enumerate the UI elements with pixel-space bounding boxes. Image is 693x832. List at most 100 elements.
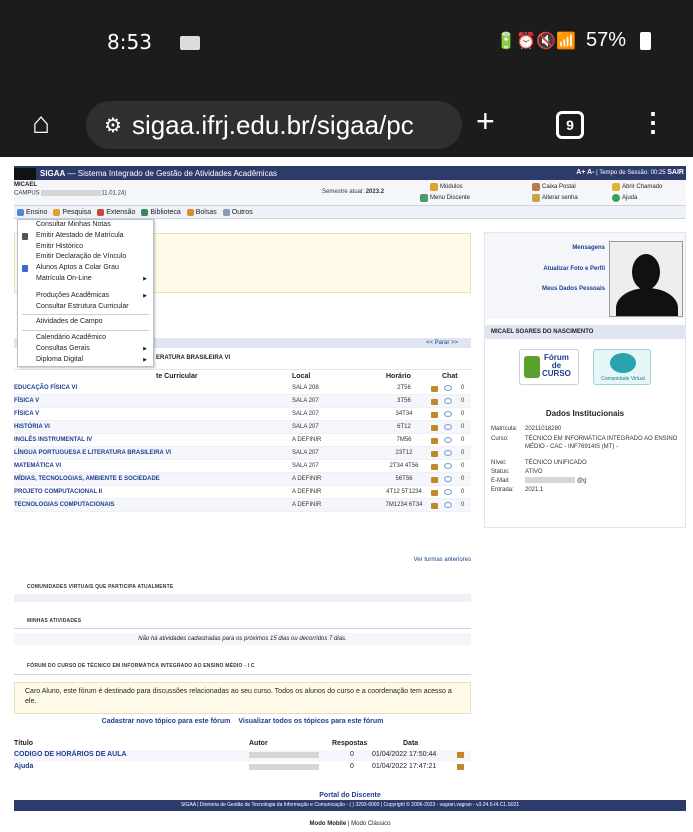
chat-icon[interactable]: [444, 489, 452, 495]
reply-icon[interactable]: [457, 764, 464, 770]
chat-icon[interactable]: [444, 398, 452, 404]
forum-icon[interactable]: [431, 399, 438, 405]
forum-icon[interactable]: [431, 386, 438, 392]
all-topics-link[interactable]: Visualizar todos os tópicos para este fó…: [238, 718, 383, 725]
url-text[interactable]: sigaa.ifrj.edu.br/sigaa/pc: [132, 110, 414, 141]
chat-icon[interactable]: [444, 476, 452, 482]
class-name[interactable]: LÍNGUA PORTUGUESA E LITERATURA BRASILEIR…: [14, 450, 171, 456]
submenu-arrow-icon: ▶: [143, 345, 147, 352]
menu-outros[interactable]: Outros: [222, 208, 253, 216]
messages-link[interactable]: Mensagens: [572, 245, 605, 251]
logout-link[interactable]: SAIR: [667, 169, 684, 176]
dropdown-item[interactable]: Consultar Estrutura Curricular: [18, 302, 153, 313]
forum-icon[interactable]: [431, 425, 438, 431]
class-name[interactable]: PROJETO COMPUTACIONAL II: [14, 489, 102, 495]
reply-icon[interactable]: [457, 752, 464, 758]
menu-extensao[interactable]: Extensão: [97, 208, 135, 216]
new-topic-link[interactable]: Cadastrar novo tópico para este fórum: [102, 718, 231, 725]
chat-icon[interactable]: [444, 437, 452, 443]
help-link[interactable]: Ajuda: [612, 194, 637, 202]
chat-icon[interactable]: [444, 385, 452, 391]
class-name[interactable]: HISTÓRIA VI: [14, 424, 50, 430]
forum-icon[interactable]: [431, 451, 438, 457]
mailbox-link[interactable]: Caixa Postal: [532, 183, 576, 191]
no-activities-message: Não há atividades cadastradas para os pr…: [14, 633, 471, 645]
chat-icon[interactable]: [444, 450, 452, 456]
mobile-mode-link[interactable]: Modo Mobile: [310, 821, 347, 827]
student-menu-link[interactable]: Menu Discente: [420, 194, 470, 202]
menu-bolsas[interactable]: Bolsas: [186, 208, 217, 216]
chat-icon[interactable]: [444, 502, 452, 508]
forum-icon[interactable]: [431, 438, 438, 444]
class-schedule: 34T34: [395, 411, 413, 417]
menu-biblioteca[interactable]: Biblioteca: [141, 208, 181, 216]
dropdown-item[interactable]: Consultar Minhas Notas: [18, 220, 153, 231]
institutional-data-heading: Dados Institucionais: [545, 409, 625, 418]
virtual-community-button[interactable]: Comunidade Virtual: [593, 349, 651, 385]
classic-mode-link[interactable]: Modo Clássico: [351, 821, 390, 827]
class-schedule: 7M56: [396, 437, 412, 443]
update-profile-link[interactable]: Atualizar Foto e Perfil: [543, 266, 605, 272]
dropdown-item[interactable]: Consultas Gerais ▶: [18, 344, 153, 355]
new-tab-icon[interactable]: +: [476, 103, 495, 140]
dropdown-item[interactable]: Atividades de Campo: [18, 317, 153, 328]
avatar[interactable]: [609, 241, 683, 317]
personal-data-link[interactable]: Meus Dados Pessoais: [542, 286, 605, 292]
table-row[interactable]: INGLÊS INSTRUMENTAL IV A DEFINIR 7M56 0: [14, 434, 471, 447]
class-name[interactable]: MÍDIAS, TECNOLOGIAS, AMBIENTE E SOCIEDAD…: [14, 476, 160, 482]
pause-ticker-link[interactable]: << Parar >>: [426, 340, 458, 346]
class-name[interactable]: INGLÊS INSTRUMENTAL IV: [14, 437, 92, 443]
dropdown-item[interactable]: Alunos Aptos a Colar Grau: [18, 263, 153, 274]
course-forum-button[interactable]: Fórum de CURSO: [519, 349, 579, 385]
table-row[interactable]: FÍSICA V SALA 207 3T56 0: [14, 395, 471, 408]
menu-ensino[interactable]: Ensino: [17, 208, 47, 216]
table-row[interactable]: MÍDIAS, TECNOLOGIAS, AMBIENTE E SOCIEDAD…: [14, 473, 471, 486]
address-bar[interactable]: ⚙ sigaa.ifrj.edu.br/sigaa/pc: [86, 101, 462, 149]
dropdown-item[interactable]: Produções Acadêmicas ▶: [18, 291, 153, 302]
forum-icon[interactable]: [431, 503, 438, 509]
site-settings-icon[interactable]: ⚙: [104, 113, 122, 138]
class-name[interactable]: MATEMÁTICA VI: [14, 463, 61, 469]
dropdown-item[interactable]: Matrícula On-Line ▶: [18, 274, 153, 285]
portal-link[interactable]: Portal do Discente: [14, 792, 686, 799]
forum-icon[interactable]: [431, 412, 438, 418]
dropdown-item[interactable]: Emitir Histórico: [18, 242, 153, 253]
dropdown-item[interactable]: Calendário Acadêmico: [18, 333, 153, 344]
dropdown-item[interactable]: Emitir Declaração de Vínculo: [18, 252, 153, 263]
table-row[interactable]: LÍNGUA PORTUGUESA E LITERATURA BRASILEIR…: [14, 447, 471, 460]
table-row[interactable]: TECNOLOGIAS COMPUTACIONAIS A DEFINIR 7M123…: [14, 499, 471, 512]
forum-icon[interactable]: [431, 490, 438, 496]
class-name[interactable]: EDUCAÇÃO FÍSICA VI: [14, 385, 77, 391]
previous-classes-link[interactable]: Ver turmas anteriores: [14, 557, 471, 563]
help-icon: [612, 194, 620, 202]
table-row[interactable]: FÍSICA V SALA 207 34T34 0: [14, 408, 471, 421]
chat-count: 0: [461, 398, 465, 404]
class-name[interactable]: FÍSICA V: [14, 411, 39, 417]
table-row[interactable]: EDUCAÇÃO FÍSICA VI SALA 208 2T56 0: [14, 382, 471, 395]
home-icon[interactable]: ⌂: [32, 107, 50, 141]
open-ticket-link[interactable]: Abrir Chamado: [612, 183, 662, 191]
class-name[interactable]: FÍSICA V: [14, 398, 39, 404]
chat-icon[interactable]: [444, 463, 452, 469]
chat-icon[interactable]: [444, 411, 452, 417]
battery-icon: [640, 31, 651, 50]
table-row[interactable]: MATEMÁTICA VI SALA 207 2T34 4T56 0: [14, 460, 471, 473]
font-size-controls[interactable]: A+ A-: [576, 169, 594, 176]
dropdown-item[interactable]: Emitir Atestado de Matrícula: [18, 231, 153, 242]
table-row[interactable]: PROJETO COMPUTACIONAL II A DEFINIR 4T12 5T…: [14, 486, 471, 499]
dropdown-item[interactable]: Diploma Digital ▶: [18, 355, 153, 366]
submenu-arrow-icon: ▶: [143, 356, 147, 363]
modules-link[interactable]: Módulos: [430, 183, 463, 191]
tab-switcher-button[interactable]: 9: [556, 111, 584, 139]
change-password-link[interactable]: Alterar senha: [532, 194, 578, 202]
forum-topic-row[interactable]: Ajuda 0 01/04/2022 17:47:21: [14, 762, 471, 773]
chat-icon[interactable]: [444, 424, 452, 430]
table-row[interactable]: HISTÓRIA VI SALA 207 6T12 0: [14, 421, 471, 434]
forum-icon[interactable]: [431, 477, 438, 483]
forum-icon[interactable]: [431, 464, 438, 470]
class-name[interactable]: TECNOLOGIAS COMPUTACIONAIS: [14, 502, 115, 508]
class-location: SALA 207: [292, 411, 319, 417]
more-menu-icon[interactable]: ⋮: [640, 107, 666, 138]
forum-topic-row[interactable]: CODIGO DE HORÁRIOS DE AULA 0 01/04/2022 …: [14, 750, 471, 761]
menu-pesquisa[interactable]: Pesquisa: [53, 208, 91, 216]
